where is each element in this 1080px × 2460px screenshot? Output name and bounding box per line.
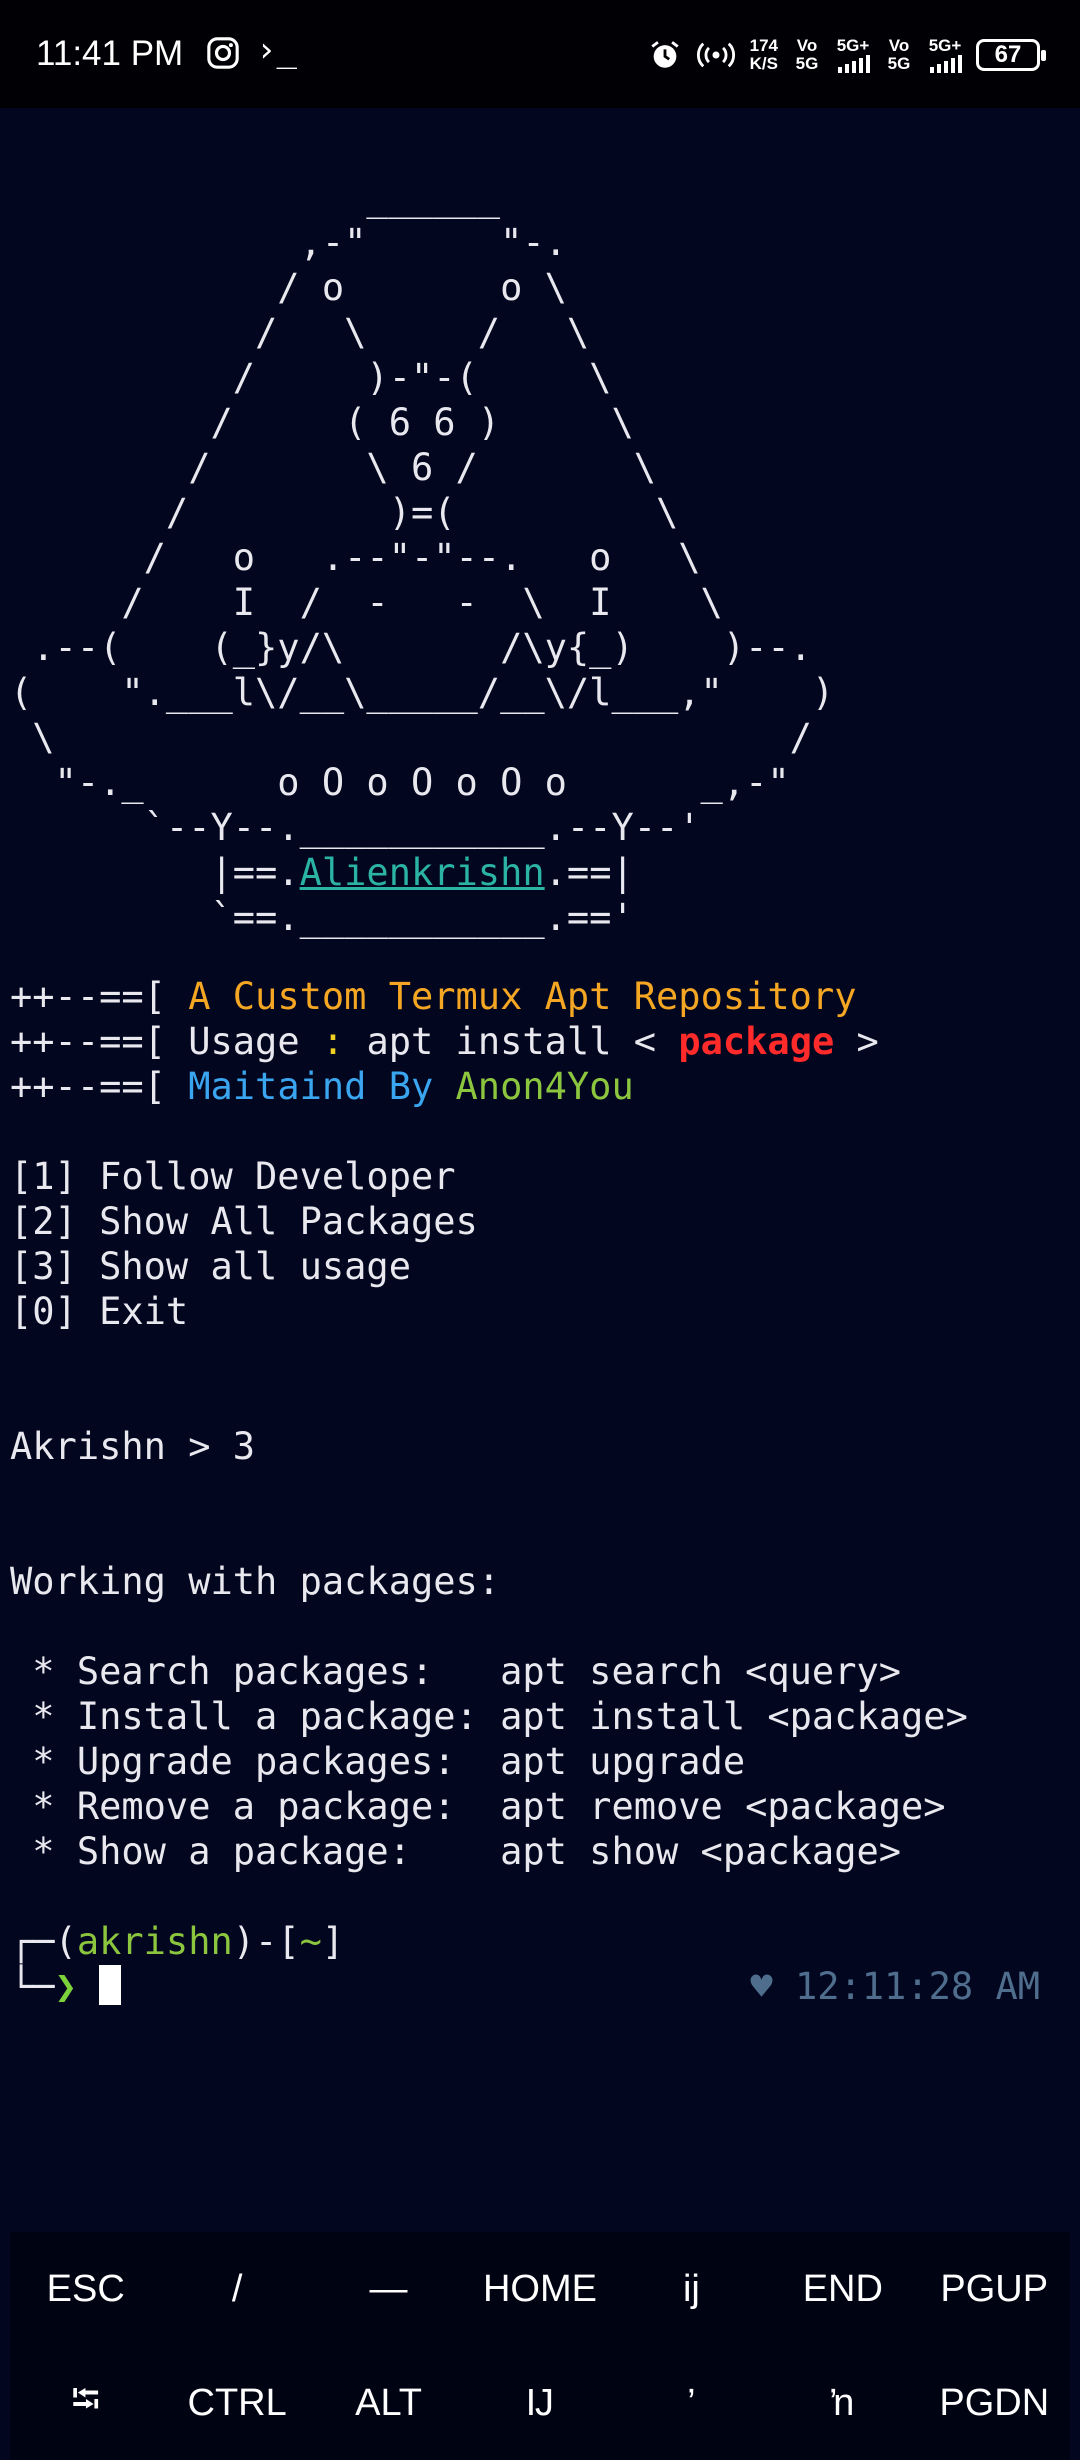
ascii-art-line: / ( 6 6 ) \ xyxy=(10,401,634,444)
brand-name: Alienkrishn xyxy=(299,851,545,894)
signal-icon xyxy=(838,55,870,73)
ascii-art-line: ______ xyxy=(10,176,501,219)
extra-keys-bar: ESC / — HOME ij END PGUP ⭾ CTRL ALT Ĳ ’ … xyxy=(10,2232,1070,2460)
key-down[interactable]: ’ xyxy=(616,2346,767,2460)
ascii-art-line: `--Y--.___________.--Y--' xyxy=(10,806,701,849)
menu-item-follow[interactable]: [1] Follow Developer xyxy=(10,1154,456,1199)
key-ctrl[interactable]: CTRL xyxy=(161,2346,312,2460)
key-alt[interactable]: ALT xyxy=(313,2346,464,2460)
terminal-output[interactable]: ______ ,-" "-. / o o \ / \ / \ / )-"-( \… xyxy=(10,108,1070,2228)
hotspot-icon xyxy=(696,42,735,68)
prompt-input-line[interactable]: └─❯ ♥ 12:11:28 AM xyxy=(10,1964,1060,2009)
menu-item-packages[interactable]: [2] Show All Packages xyxy=(10,1199,478,1244)
status-icons: 174 K/S Vo 5G 5G+ Vo 5G 5G+ 67 xyxy=(648,30,1046,80)
banner-line-title: ++--==[ A Custom Termux Apt Repository xyxy=(10,975,857,1018)
prompt-line: ┌─(akrishn)-[~] xyxy=(10,1920,345,1963)
ascii-art-line: / o o \ xyxy=(10,266,567,309)
input-line: Akrishn > 3 xyxy=(10,1425,256,1468)
sim1-signal: 5G+ xyxy=(836,37,870,73)
key-pgup[interactable]: PGUP xyxy=(919,2232,1070,2346)
usage-line: * Search packages: apt search <query> xyxy=(10,1650,902,1693)
ascii-art-line: ,-" "-. xyxy=(10,221,567,264)
ascii-art-line: / I / - - \ I \ xyxy=(10,581,723,624)
ascii-art-brand-line: |==.Alienkrishn.==| xyxy=(10,851,634,894)
usage-line: * Upgrade packages: apt upgrade xyxy=(10,1740,746,1783)
key-esc[interactable]: ESC xyxy=(10,2232,161,2346)
ascii-art-line: / o .--"-"--. o \ xyxy=(10,536,701,579)
sim1-volte: Vo 5G xyxy=(795,36,819,73)
key-end[interactable]: END xyxy=(767,2232,918,2346)
terminal-icon: ›_ xyxy=(256,30,297,70)
ascii-art-line: `==.___________.==' xyxy=(10,896,634,939)
ascii-art-line: / )-"-( \ xyxy=(10,356,612,399)
key-dash[interactable]: — xyxy=(313,2232,464,2346)
usage-line: * Install a package: apt install <packag… xyxy=(10,1695,968,1738)
extra-keys-row-2: ⭾ CTRL ALT Ĳ ’ ŉ PGDN xyxy=(10,2346,1070,2460)
prompt-arrow-icon: ❯ xyxy=(54,1965,77,2008)
banner-line-usage: ++--==[ Usage : apt install < package > xyxy=(10,1020,879,1063)
menu-item-usage[interactable]: [3] Show all usage xyxy=(10,1244,411,1289)
alarm-icon xyxy=(651,41,679,68)
text-cursor[interactable] xyxy=(99,1965,122,2005)
key-left[interactable]: Ĳ xyxy=(464,2346,615,2460)
usage-line: * Show a package: apt show <package> xyxy=(10,1830,902,1873)
status-bar: 11:41 PM ›_ 174 K/S Vo 5G 5G+ Vo 5G 5G+ … xyxy=(0,0,1080,108)
ascii-art-line: / \ 6 / \ xyxy=(10,446,657,489)
ascii-art-line: .--( (_}y/\ /\y{_) )--. xyxy=(10,626,812,669)
prompt-user: akrishn xyxy=(76,1920,233,1963)
ascii-art-line: / \ / \ xyxy=(10,311,590,354)
prompt-clock: ♥ 12:11:28 AM xyxy=(750,1965,1040,2008)
usage-line: * Remove a package: apt remove <package> xyxy=(10,1785,946,1828)
ascii-art-line: \ / xyxy=(10,716,812,759)
menu-item-exit[interactable]: [0] Exit xyxy=(10,1289,188,1334)
prompt-dir: ~ xyxy=(299,1920,322,1963)
key-pgdn[interactable]: PGDN xyxy=(919,2346,1070,2460)
battery-indicator: 67 xyxy=(976,39,1046,71)
ascii-art-line: / )=( \ xyxy=(10,491,679,534)
sim2-signal: 5G+ xyxy=(928,37,962,73)
key-tab[interactable]: ⭾ xyxy=(10,2346,161,2460)
ascii-art-line: "-._ o O o O o O o _,-" xyxy=(10,761,790,804)
key-up[interactable]: ij xyxy=(616,2232,767,2346)
extra-keys-row-1: ESC / — HOME ij END PGUP xyxy=(10,2232,1070,2346)
ascii-art-line: ( ".___l\/__\_____/__\/l___," ) xyxy=(10,671,835,714)
key-slash[interactable]: / xyxy=(161,2232,312,2346)
banner-line-maintainer: ++--==[ Maitaind By Anon4You xyxy=(10,1065,634,1108)
signal-icon xyxy=(930,55,962,73)
net-speed: 174 K/S xyxy=(749,36,778,73)
instagram-icon xyxy=(207,37,239,69)
sim2-volte: Vo 5G xyxy=(887,36,911,73)
usage-heading: Working with packages: xyxy=(10,1560,501,1603)
key-right[interactable]: ŉ xyxy=(767,2346,918,2460)
status-time: 11:41 PM xyxy=(36,34,184,73)
key-home[interactable]: HOME xyxy=(464,2232,615,2346)
